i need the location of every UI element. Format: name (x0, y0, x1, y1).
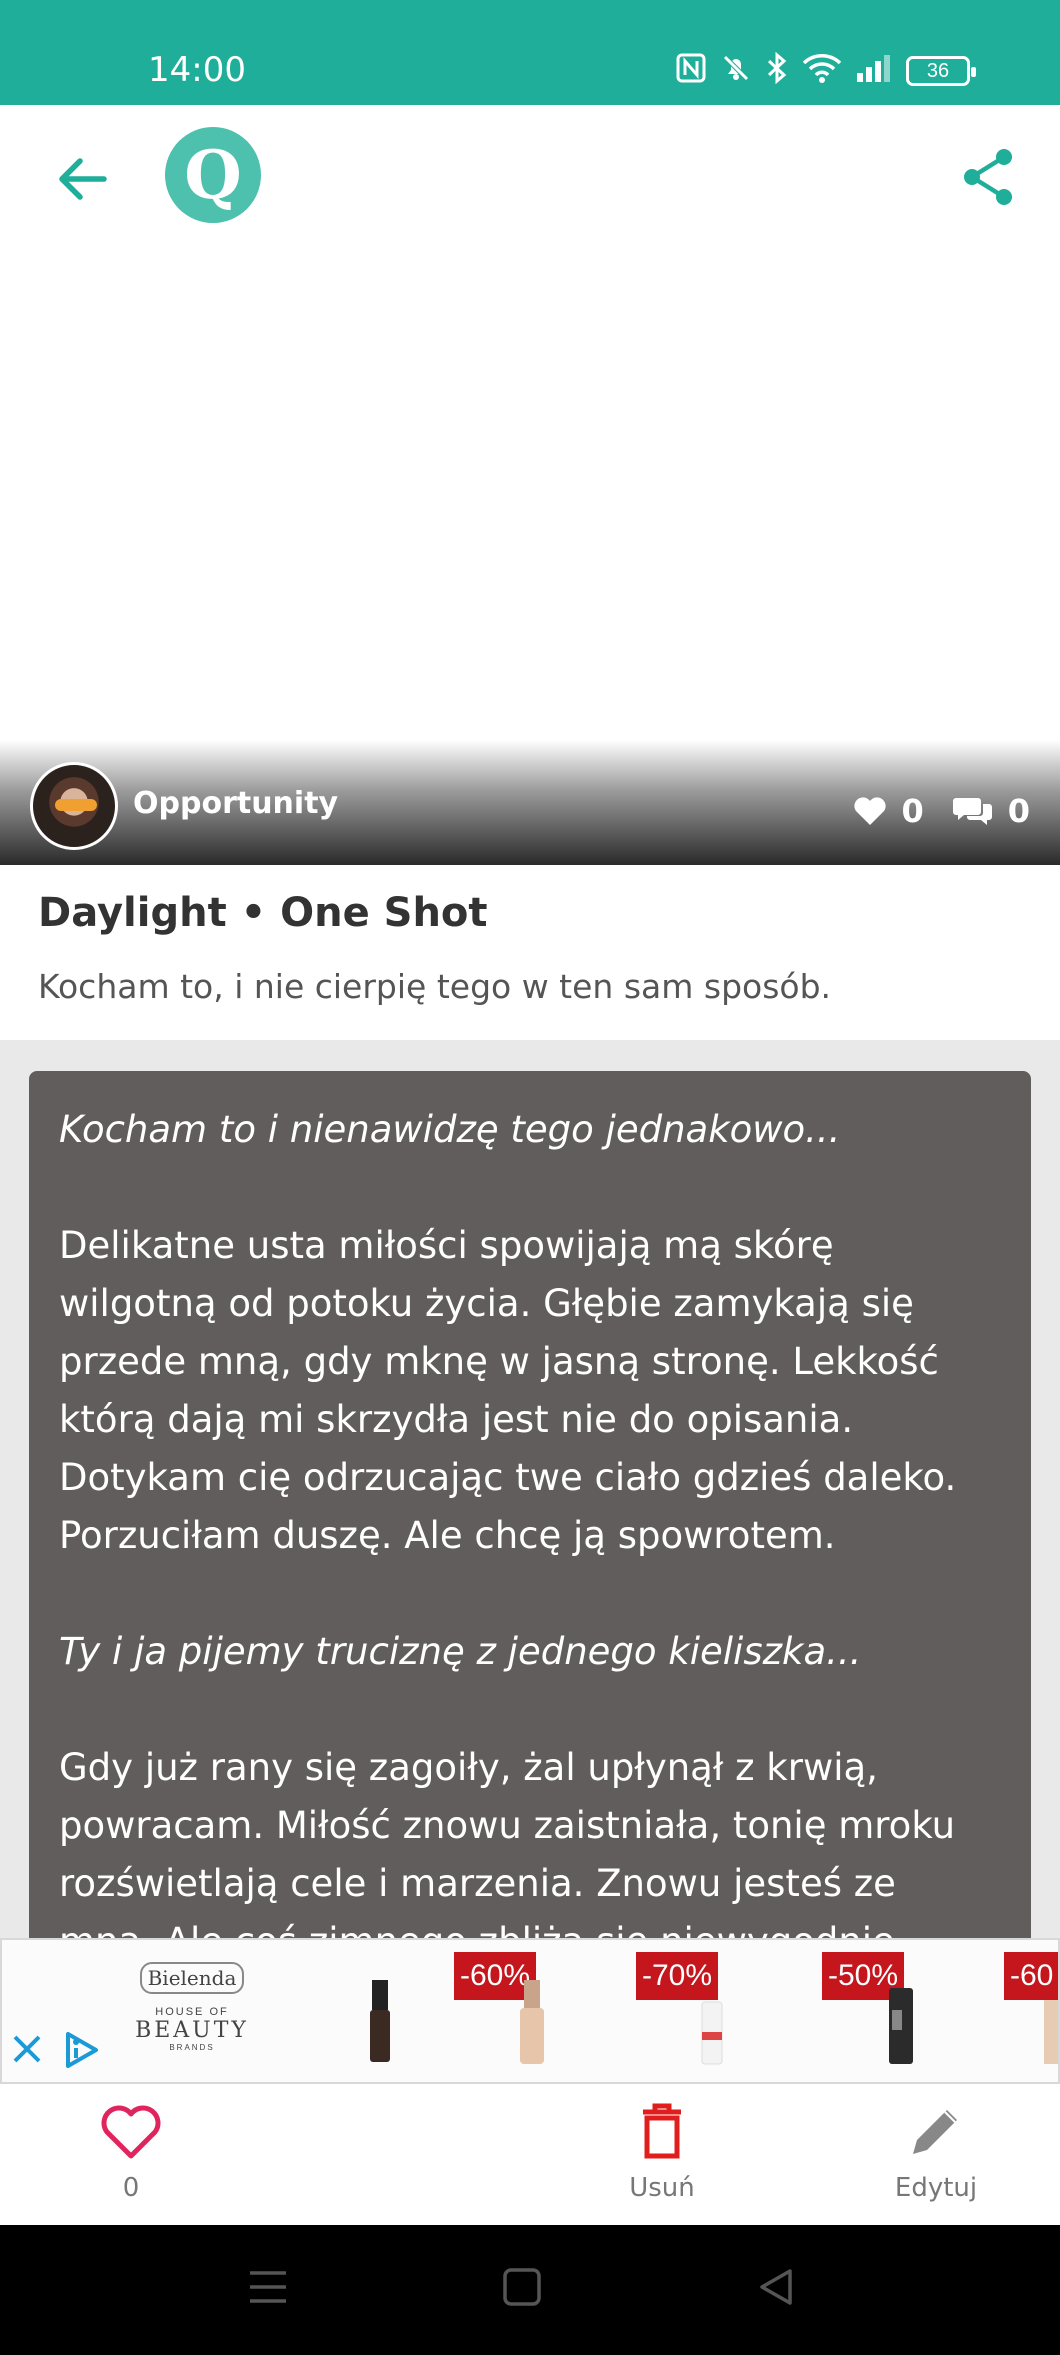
heart-outline-icon (101, 2105, 161, 2159)
story-paragraph: Kocham to i nienawidzę tego jednakowo... (59, 1108, 841, 1151)
home-nav-button[interactable] (502, 2267, 542, 2312)
mute-icon (720, 52, 752, 89)
comments-icon (952, 798, 992, 825)
post-stats: 0 0 (853, 792, 1030, 830)
story-content: Kocham to i nienawidzę tego jednakowo...… (29, 1071, 1031, 1971)
story-header: Daylight • One Shot Kocham to, i nie cie… (0, 865, 1060, 1040)
ad-close-button[interactable] (10, 2032, 44, 2066)
bluetooth-icon (766, 51, 788, 89)
ad-house-line3: BRANDS (169, 2043, 215, 2052)
share-icon (964, 149, 1012, 205)
menu-icon (250, 2271, 286, 2303)
signal-icon (856, 53, 892, 88)
product-image (701, 2001, 723, 2065)
app-logo[interactable]: Q (165, 127, 261, 223)
avatar[interactable] (30, 762, 118, 850)
heart-icon (854, 797, 887, 825)
like-count: 0 (122, 2173, 140, 2203)
product-image (1044, 2000, 1058, 2064)
author-name[interactable]: Opportunity (133, 786, 338, 821)
product-image (370, 1980, 390, 2062)
back-button[interactable] (50, 147, 114, 211)
close-icon (13, 2035, 41, 2063)
nfc-icon (676, 53, 706, 88)
bottom-action-bar: 0 Usuń Edytuj (0, 2084, 1060, 2225)
ad-choices-button[interactable] (60, 2030, 100, 2070)
wifi-icon (802, 52, 842, 89)
like-button[interactable]: 0 (98, 2102, 164, 2203)
status-bar: 14:00 36 (0, 0, 1060, 105)
back-nav-button[interactable] (756, 2267, 796, 2312)
delete-label: Usuń (629, 2173, 695, 2203)
product-image (889, 1988, 913, 2064)
share-button[interactable] (956, 145, 1020, 209)
menu-nav-button[interactable] (248, 2267, 288, 2312)
ad-house-line2: BEAUTY (135, 2018, 249, 2043)
story-paragraph: Delikatne usta miłości spowijają mą skór… (59, 1224, 957, 1557)
pencil-icon (913, 2110, 957, 2154)
story-subtitle: Kocham to, i nie cierpię tego w ten sam … (38, 967, 832, 1006)
battery-icon: 36 (906, 55, 976, 86)
ad-brand-logo: Bielenda HOUSE OF BEAUTY BRANDS (132, 1962, 252, 2052)
status-icons: 36 (676, 51, 976, 89)
product-image (520, 1980, 544, 2064)
app-header: Q (0, 105, 1060, 245)
adchoices-icon (66, 2032, 98, 2068)
home-icon (503, 2268, 541, 2306)
comments-count: 0 (1007, 792, 1030, 830)
status-time: 14:00 (148, 50, 246, 90)
ad-banner[interactable]: Bielenda HOUSE OF BEAUTY BRANDS -60% -70… (0, 1938, 1060, 2084)
story-title: Daylight • One Shot (38, 890, 488, 936)
arrow-left-icon (59, 158, 107, 200)
story-paragraph: Ty i ja pijemy truciznę z jednego kielis… (59, 1630, 862, 1673)
trash-icon (643, 2103, 681, 2159)
system-nav-bar (0, 2225, 1060, 2355)
story-paragraph: Gdy już rany się zagoiły, żal upłynął z … (59, 1746, 956, 1963)
edit-button[interactable]: Edytuj (886, 2102, 986, 2203)
edit-label: Edytuj (894, 2173, 978, 2203)
likes-count: 0 (901, 792, 924, 830)
triangle-back-icon (760, 2269, 792, 2305)
ad-brand-name: Bielenda (139, 1962, 245, 1994)
delete-button[interactable]: Usuń (622, 2102, 702, 2203)
ad-house-line1: HOUSE OF (155, 2006, 229, 2018)
